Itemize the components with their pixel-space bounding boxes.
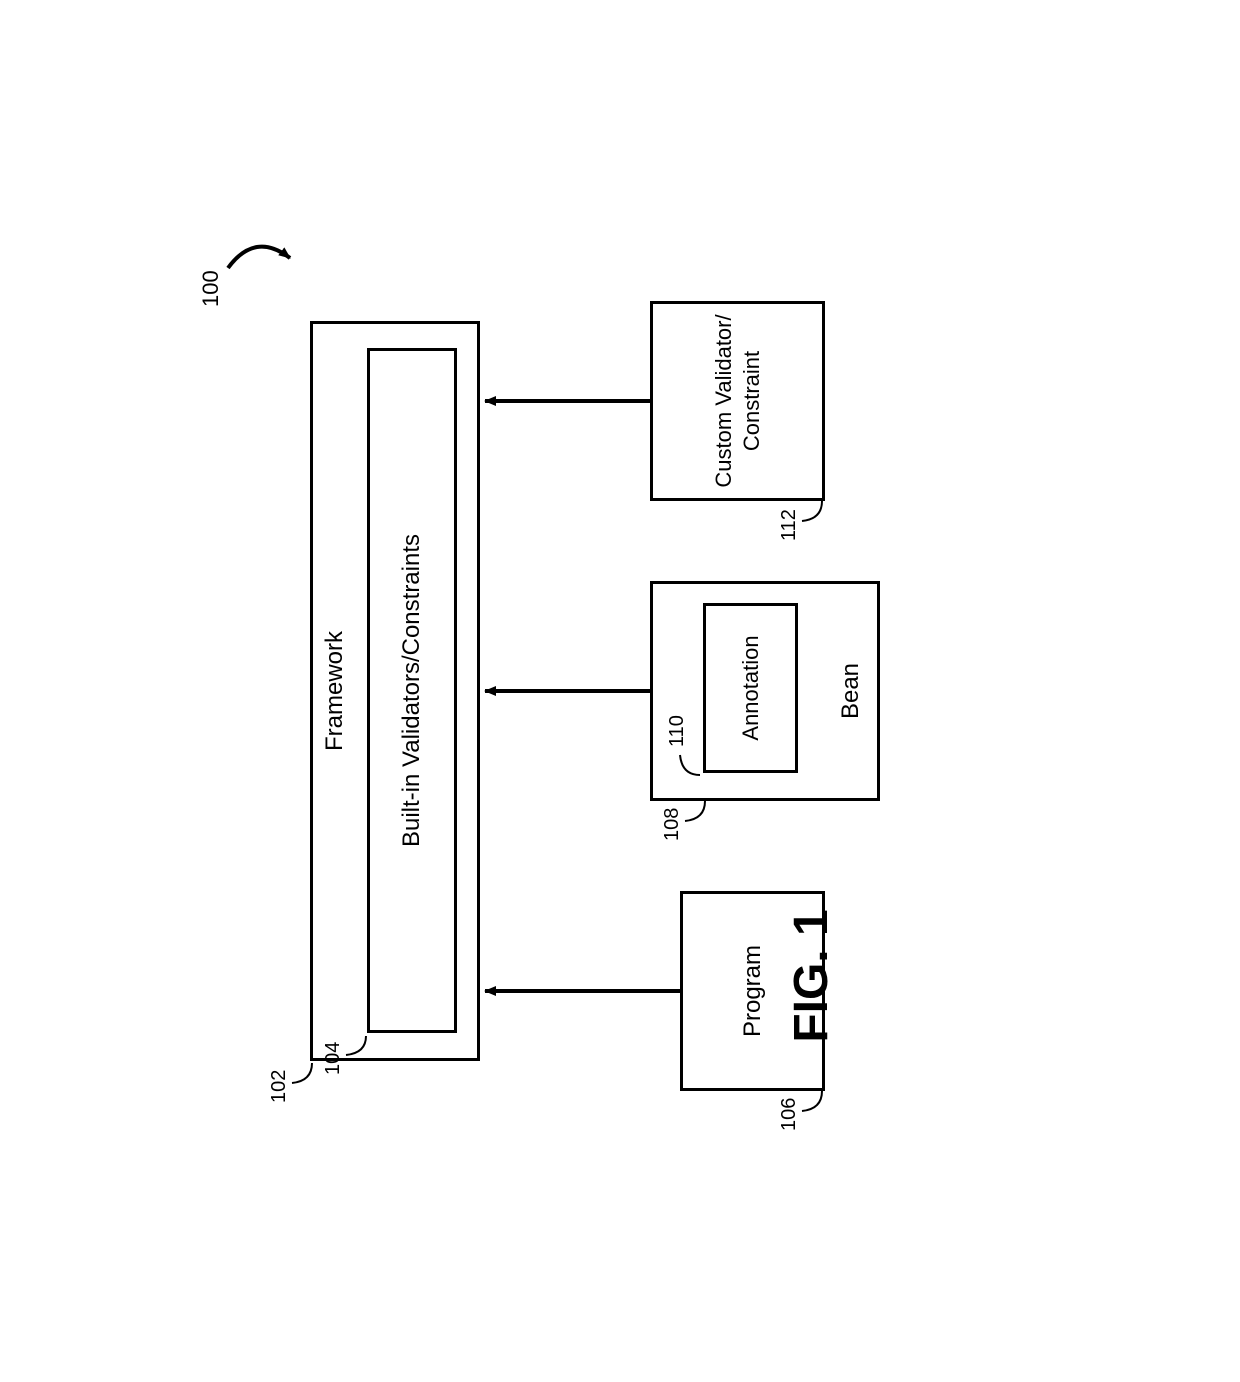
ref-102: 102 [268,1070,291,1103]
ref-100: 100 [198,270,224,307]
ref-104: 104 [322,1042,345,1075]
figure-label: FIG. 1 [784,909,1240,1042]
ref-106: 106 [778,1098,801,1131]
ref-112: 112 [778,509,801,541]
ref-108: 108 [661,808,684,841]
ref-110: 110 [666,715,689,747]
